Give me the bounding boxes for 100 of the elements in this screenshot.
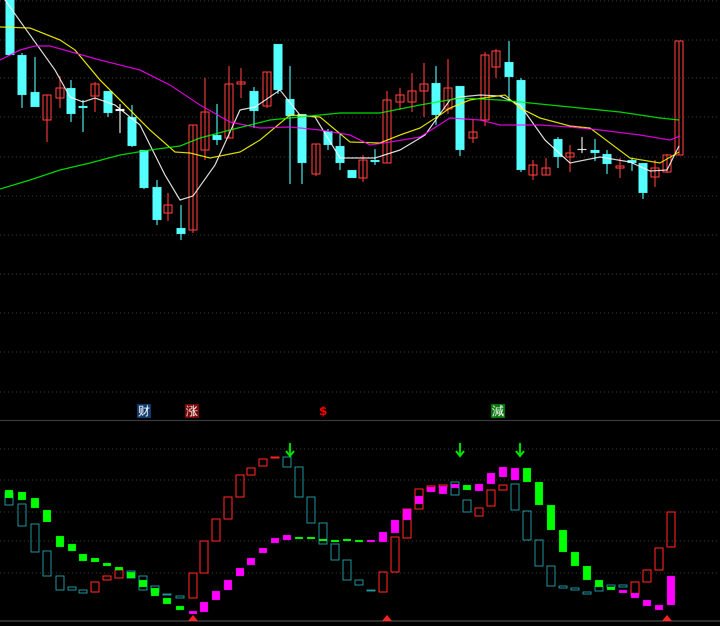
hollow-indicator-bar	[558, 586, 568, 588]
filled-indicator-bar	[643, 600, 651, 606]
hollow-indicator-bar	[486, 490, 496, 506]
hollow-indicator-bar	[4, 492, 14, 506]
hollow-indicator-bar	[414, 488, 424, 510]
candlestick	[420, 62, 428, 118]
hollow-indicator-bar	[546, 566, 556, 586]
filled-indicator-bar	[391, 520, 399, 533]
filled-indicator-bar	[475, 484, 483, 491]
filled-indicator-bar	[103, 563, 111, 566]
filled-indicator-bar	[271, 538, 279, 543]
filled-indicator-bar	[523, 468, 531, 482]
hollow-indicator-bar	[188, 572, 198, 598]
candlestick	[638, 162, 648, 200]
hollow-indicator-bar	[390, 536, 400, 572]
candlestick	[152, 180, 162, 226]
candlestick	[18, 52, 26, 108]
hollow-indicator-bar	[200, 540, 208, 574]
candlestick	[616, 158, 624, 178]
filled-indicator-bar	[415, 496, 423, 504]
hollow-indicator-bar	[294, 466, 304, 498]
marker-badge: 财	[137, 404, 151, 418]
candlestick	[298, 114, 306, 184]
filled-indicator-bar	[91, 558, 99, 562]
candlestick	[104, 90, 112, 118]
filled-indicator-bar	[43, 510, 51, 522]
candlestick	[578, 136, 586, 154]
hollow-indicator-bar	[258, 458, 268, 466]
filled-indicator-bar	[115, 567, 123, 570]
filled-indicator-bar	[224, 580, 232, 590]
hollow-indicator-bar	[618, 584, 628, 588]
hollow-indicator-bar	[666, 512, 676, 548]
candlestick	[528, 160, 538, 180]
hollow-indicator-bar	[654, 548, 664, 570]
hollow-indicator-bar	[570, 588, 580, 590]
candlestick	[274, 44, 282, 94]
filled-indicator-bar	[655, 605, 663, 610]
hollow-indicator-bar	[176, 596, 184, 598]
hollow-indicator-bar	[68, 586, 76, 590]
candlestick	[128, 104, 136, 148]
candlestick	[176, 204, 186, 240]
filled-indicator-bar	[331, 540, 339, 542]
hollow-indicator-bar	[318, 522, 328, 544]
hollow-indicator-bar	[162, 594, 172, 596]
down-arrow-icon	[285, 442, 295, 458]
hollow-indicator-bar	[306, 496, 316, 524]
hollow-indicator-bar	[224, 496, 232, 520]
hollow-indicator-bar	[270, 456, 280, 458]
filled-indicator-bar	[439, 486, 447, 494]
filled-indicator-bar	[163, 598, 171, 604]
candlestick	[358, 154, 368, 182]
candlestick	[456, 86, 464, 156]
filled-indicator-bar	[5, 490, 13, 498]
filled-indicator-bar	[343, 539, 351, 541]
filled-indicator-bar	[487, 473, 495, 484]
up-arrow-icon	[662, 615, 672, 621]
hollow-indicator-bar	[534, 540, 544, 566]
filled-indicator-bar	[571, 552, 579, 566]
hollow-indicator-bar	[498, 484, 508, 490]
candlestick	[164, 192, 172, 222]
hollow-indicator-bar	[30, 524, 40, 552]
candlestick	[336, 132, 344, 170]
candlestick	[650, 160, 660, 188]
up-arrow-icon	[188, 615, 198, 621]
filled-indicator-bar	[68, 544, 76, 551]
filled-indicator-bar	[355, 540, 363, 542]
marker-symbol: $	[319, 404, 328, 418]
hollow-indicator-bar	[138, 576, 148, 590]
candlestick	[66, 80, 76, 122]
candlestick	[140, 150, 148, 190]
hollow-indicator-bar	[402, 508, 412, 538]
filled-indicator-bar	[319, 539, 327, 541]
candlestick	[348, 170, 356, 178]
candlestick	[312, 144, 320, 176]
down-arrow-icon	[455, 442, 465, 458]
candlestick	[468, 120, 478, 144]
filled-indicator-bar	[619, 590, 627, 593]
filled-indicator-bar	[247, 558, 255, 565]
hollow-indicator-bar	[378, 572, 388, 592]
filled-indicator-bar	[583, 566, 591, 580]
filled-indicator-bar	[151, 588, 159, 596]
candlestick	[236, 68, 246, 98]
hollow-indicator-bar	[354, 580, 364, 586]
filled-indicator-bar	[189, 611, 197, 614]
filled-indicator-bar	[283, 535, 291, 540]
filled-indicator-bar	[535, 482, 543, 505]
hollow-indicator-bar	[342, 560, 352, 580]
filled-indicator-bar	[79, 554, 87, 561]
filled-indicator-bar	[403, 509, 411, 520]
hollow-indicator-bar	[474, 508, 484, 516]
candlestick	[432, 66, 440, 126]
down-arrow-icon	[515, 442, 525, 458]
candlestick	[42, 94, 52, 142]
candlestick	[116, 104, 124, 134]
hollow-indicator-bar	[114, 570, 124, 578]
candlestick	[492, 48, 500, 78]
filled-indicator-bar	[379, 532, 387, 542]
hollow-indicator-bar	[594, 586, 604, 592]
hollow-indicator-bar	[642, 570, 652, 582]
candlestick	[78, 100, 88, 132]
